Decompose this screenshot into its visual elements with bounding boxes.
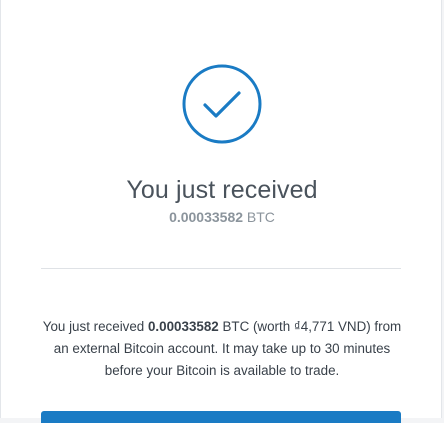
receive-message: You just received 0.00033582 BTC (worth … — [41, 316, 403, 382]
receive-message-amount: 0.00033582 — [147, 319, 219, 334]
received-amount-value: 0.00033582 — [169, 209, 244, 225]
receive-confirmation-card: You just received 0.00033582 BTC You jus… — [0, 0, 443, 423]
received-amount: 0.00033582 BTC — [1, 209, 443, 225]
received-amount-currency: BTC — [246, 209, 275, 225]
primary-action-button[interactable] — [41, 411, 401, 423]
page-title: You just received — [126, 176, 318, 204]
checkmark-circle-icon — [182, 64, 262, 144]
receive-message-prefix: You just received — [42, 319, 148, 334]
divider — [41, 268, 401, 269]
